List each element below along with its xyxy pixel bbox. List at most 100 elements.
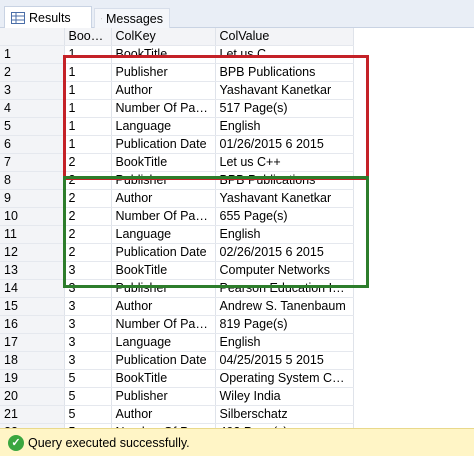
tab-results[interactable]: Results: [4, 6, 92, 28]
table-row[interactable]: 13 3 BookTitle Computer Networks: [0, 261, 354, 280]
bookid-cell[interactable]: 5: [64, 405, 112, 424]
column-header-colvalue[interactable]: ColValue: [215, 28, 354, 46]
colkey-cell[interactable]: BookTitle: [111, 261, 216, 280]
bookid-cell[interactable]: 1: [64, 135, 112, 154]
row-number-cell[interactable]: 16: [0, 315, 65, 334]
bookid-cell[interactable]: 5: [64, 369, 112, 388]
colkey-cell[interactable]: Number Of Pages: [111, 315, 216, 334]
colvalue-cell[interactable]: BPB Publications: [215, 171, 354, 190]
colvalue-cell[interactable]: 01/26/2015 6 2015: [215, 135, 354, 154]
table-row[interactable]: 18 3 Publication Date 04/25/2015 5 2015: [0, 351, 354, 370]
row-number-cell[interactable]: 13: [0, 261, 65, 280]
table-row[interactable]: 17 3 Language English: [0, 333, 354, 352]
colvalue-cell[interactable]: Silberschatz: [215, 405, 354, 424]
table-row[interactable]: 9 2 Author Yashavant Kanetkar: [0, 189, 354, 208]
colkey-cell[interactable]: Publication Date: [111, 135, 216, 154]
colvalue-cell[interactable]: Let us C++: [215, 153, 354, 172]
colvalue-cell[interactable]: Yashavant Kanetkar: [215, 189, 354, 208]
bookid-cell[interactable]: 3: [64, 315, 112, 334]
tab-messages[interactable]: Messages: [94, 8, 170, 28]
colvalue-cell[interactable]: Operating System Con...: [215, 369, 354, 388]
colvalue-cell[interactable]: Computer Networks: [215, 261, 354, 280]
bookid-cell[interactable]: 3: [64, 279, 112, 298]
table-row[interactable]: 1 1 BookTitle Let us C: [0, 45, 354, 64]
row-number-cell[interactable]: 12: [0, 243, 65, 262]
bookid-cell[interactable]: 5: [64, 387, 112, 406]
row-number-cell[interactable]: 8: [0, 171, 65, 190]
row-number-cell[interactable]: 3: [0, 81, 65, 100]
colvalue-cell[interactable]: Let us C: [215, 45, 354, 64]
colvalue-cell[interactable]: 02/26/2015 6 2015: [215, 243, 354, 262]
colvalue-cell[interactable]: Andrew S. Tanenbaum: [215, 297, 354, 316]
row-number-cell[interactable]: 7: [0, 153, 65, 172]
row-number-cell[interactable]: 14: [0, 279, 65, 298]
colvalue-cell[interactable]: 517 Page(s): [215, 99, 354, 118]
row-number-cell[interactable]: 10: [0, 207, 65, 226]
table-row[interactable]: 16 3 Number Of Pages 819 Page(s): [0, 315, 354, 334]
colkey-cell[interactable]: BookTitle: [111, 153, 216, 172]
table-row[interactable]: 8 2 Publisher BPB Publications: [0, 171, 354, 190]
colvalue-cell[interactable]: 819 Page(s): [215, 315, 354, 334]
bookid-cell[interactable]: 3: [64, 261, 112, 280]
table-row[interactable]: 5 1 Language English: [0, 117, 354, 136]
colkey-cell[interactable]: Publisher: [111, 171, 216, 190]
bookid-cell[interactable]: 1: [64, 63, 112, 82]
colvalue-cell[interactable]: English: [215, 333, 354, 352]
colkey-cell[interactable]: Number Of Pages: [111, 207, 216, 226]
row-number-cell[interactable]: 2: [0, 63, 65, 82]
bookid-cell[interactable]: 3: [64, 333, 112, 352]
colkey-cell[interactable]: Publisher: [111, 279, 216, 298]
table-row[interactable]: 20 5 Publisher Wiley India: [0, 387, 354, 406]
bookid-cell[interactable]: 2: [64, 189, 112, 208]
bookid-cell[interactable]: 3: [64, 351, 112, 370]
colvalue-cell[interactable]: Yashavant Kanetkar: [215, 81, 354, 100]
table-row[interactable]: 3 1 Author Yashavant Kanetkar: [0, 81, 354, 100]
colkey-cell[interactable]: Author: [111, 81, 216, 100]
bookid-cell[interactable]: 1: [64, 81, 112, 100]
colkey-cell[interactable]: Number Of Pages: [111, 99, 216, 118]
colvalue-cell[interactable]: English: [215, 225, 354, 244]
row-number-cell[interactable]: 19: [0, 369, 65, 388]
row-number-cell[interactable]: 20: [0, 387, 65, 406]
column-header-bookid[interactable]: BookId: [64, 28, 112, 46]
colkey-cell[interactable]: Publisher: [111, 63, 216, 82]
row-number-cell[interactable]: 18: [0, 351, 65, 370]
bookid-cell[interactable]: 3: [64, 297, 112, 316]
bookid-cell[interactable]: 2: [64, 153, 112, 172]
row-number-cell[interactable]: 9: [0, 189, 65, 208]
colkey-cell[interactable]: Author: [111, 189, 216, 208]
table-row[interactable]: 11 2 Language English: [0, 225, 354, 244]
colvalue-cell[interactable]: English: [215, 117, 354, 136]
row-number-cell[interactable]: 5: [0, 117, 65, 136]
table-row[interactable]: 14 3 Publisher Pearson Education India: [0, 279, 354, 298]
colkey-cell[interactable]: Author: [111, 405, 216, 424]
colvalue-cell[interactable]: 655 Page(s): [215, 207, 354, 226]
results-grid[interactable]: BookId ColKey ColValue 1 1 BookTitle Let us…: [0, 28, 474, 428]
table-row[interactable]: 12 2 Publication Date 02/26/2015 6 2015: [0, 243, 354, 262]
colkey-cell[interactable]: Language: [111, 117, 216, 136]
bookid-cell[interactable]: 2: [64, 207, 112, 226]
colkey-cell[interactable]: Publication Date: [111, 351, 216, 370]
row-number-cell[interactable]: 4: [0, 99, 65, 118]
colvalue-cell[interactable]: Pearson Education India: [215, 279, 354, 298]
colkey-cell[interactable]: Language: [111, 333, 216, 352]
table-row[interactable]: 4 1 Number Of Pages 517 Page(s): [0, 99, 354, 118]
table-row[interactable]: 10 2 Number Of Pages 655 Page(s): [0, 207, 354, 226]
row-number-cell[interactable]: 21: [0, 405, 65, 424]
corner-cell[interactable]: [0, 28, 65, 46]
table-row[interactable]: 21 5 Author Silberschatz: [0, 405, 354, 424]
colvalue-cell[interactable]: 04/25/2015 5 2015: [215, 351, 354, 370]
colkey-cell[interactable]: Author: [111, 297, 216, 316]
table-row[interactable]: 15 3 Author Andrew S. Tanenbaum: [0, 297, 354, 316]
colkey-cell[interactable]: Language: [111, 225, 216, 244]
row-number-cell[interactable]: 15: [0, 297, 65, 316]
colkey-cell[interactable]: BookTitle: [111, 369, 216, 388]
row-number-cell[interactable]: 17: [0, 333, 65, 352]
column-header-colkey[interactable]: ColKey: [111, 28, 216, 46]
colkey-cell[interactable]: BookTitle: [111, 45, 216, 64]
bookid-cell[interactable]: 1: [64, 45, 112, 64]
colvalue-cell[interactable]: BPB Publications: [215, 63, 354, 82]
bookid-cell[interactable]: 2: [64, 225, 112, 244]
row-number-cell[interactable]: 6: [0, 135, 65, 154]
bookid-cell[interactable]: 2: [64, 171, 112, 190]
